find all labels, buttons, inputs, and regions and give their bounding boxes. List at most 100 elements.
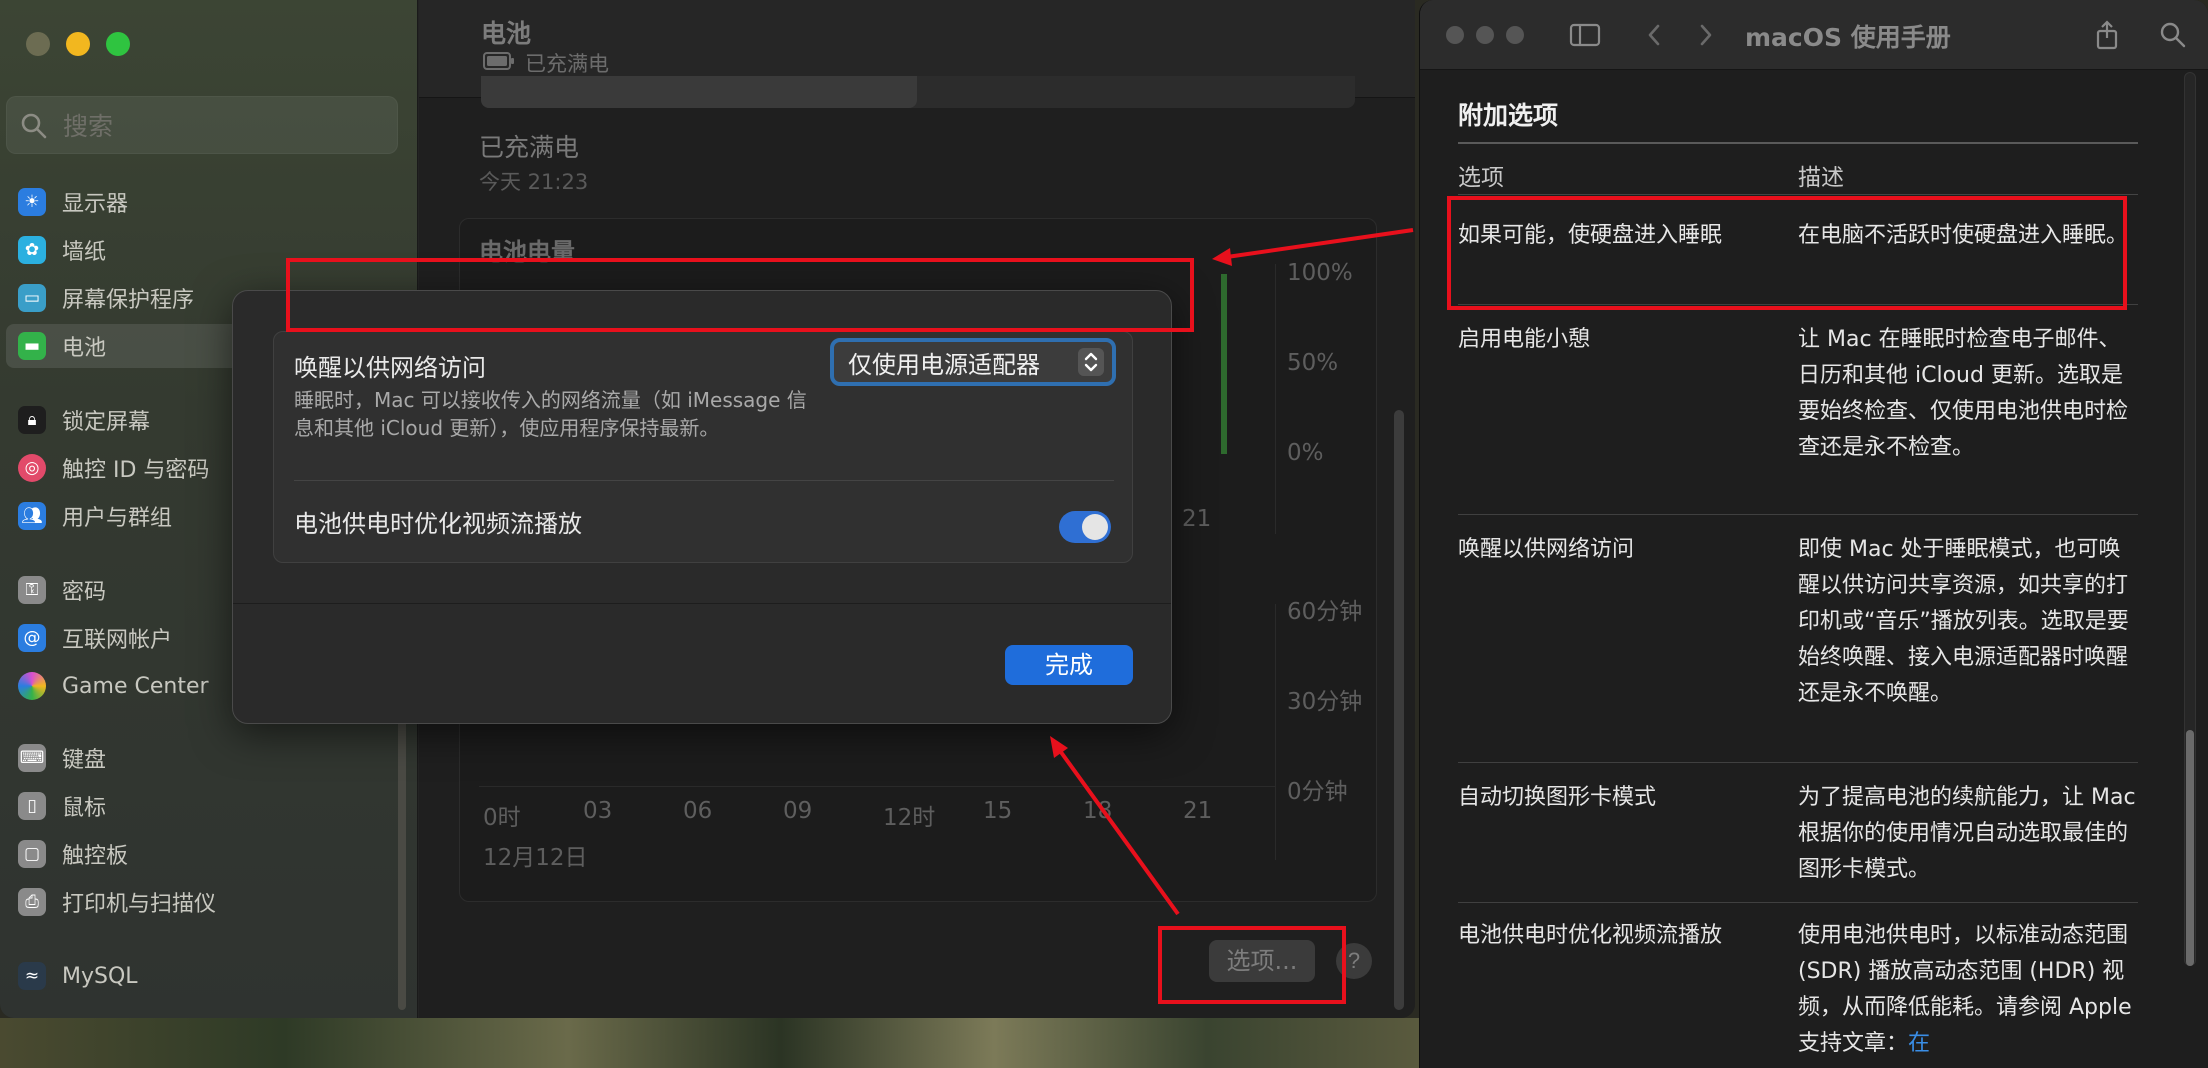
- help-scrollbar-thumb[interactable]: [2186, 730, 2194, 966]
- sidebar-item-label: 显示器: [62, 192, 129, 217]
- table-row-name: 电池供电时优化视频流播放: [1458, 923, 1723, 948]
- close-window-button[interactable]: [1446, 26, 1464, 44]
- options-group: 唤醒以供网络访问 睡眠时，Mac 可以接收传入的网络流量（如 iMessage …: [273, 331, 1133, 563]
- search-icon[interactable]: [2156, 18, 2190, 52]
- optimize-video-toggle[interactable]: [1059, 511, 1111, 543]
- sidebar-item-label: 墙纸: [62, 240, 107, 265]
- fingerprint-icon: ◎: [18, 454, 46, 482]
- header-rule: [1458, 194, 2138, 195]
- sidebar-search[interactable]: [6, 96, 398, 154]
- chevron-updown-icon: [1078, 348, 1104, 376]
- sidebar-item-label: 用户与群组: [62, 506, 173, 531]
- table-row-desc: 即使 Mac 处于睡眠模式，也可唤醒以供访问共享资源，如共享的打印机或“音乐”播…: [1798, 537, 2129, 706]
- printer-icon: ⎙: [18, 888, 46, 916]
- dialog-divider: [233, 603, 1171, 604]
- row-desc-text: 使用电池供电时，以标准动态范围 (SDR) 播放高动态范围 (HDR) 视频，从…: [1798, 923, 2132, 1056]
- support-article-link[interactable]: 在: [1908, 1031, 1930, 1056]
- back-icon[interactable]: [1638, 18, 1672, 52]
- lock-icon: 🔒︎: [18, 406, 46, 434]
- sidebar-toggle-icon[interactable]: [1568, 18, 1602, 52]
- row-divider: [1458, 762, 2138, 763]
- sidebar-item-mouse[interactable]: ▯ 鼠标: [6, 784, 406, 828]
- charge-time: 今天 21:23: [479, 170, 589, 194]
- search-input[interactable]: [63, 107, 383, 145]
- chart-baseline: [479, 786, 1275, 787]
- done-button[interactable]: 完成: [1005, 645, 1133, 685]
- mysql-icon: ≈: [18, 962, 46, 990]
- help-toolbar: macOS 使用手册: [1420, 0, 2208, 70]
- table-row-desc: 为了提高电池的续航能力，让 Mac 根据你的使用情况自动选取最佳的图形卡模式。: [1798, 785, 2136, 882]
- chart-axis-line: [1275, 604, 1276, 860]
- share-icon[interactable]: [2090, 18, 2124, 52]
- column-header-option: 选项: [1458, 165, 1504, 191]
- battery-status-icon: [483, 52, 514, 70]
- page-title: 电池: [481, 19, 532, 48]
- sidebar-item-printers[interactable]: ⎙ 打印机与扫描仪: [6, 880, 406, 924]
- sidebar-item-trackpad[interactable]: ▢ 触控板: [6, 832, 406, 876]
- sidebar-item-keyboard[interactable]: ⌨ 键盘: [6, 736, 406, 780]
- hour-tick: 18: [1083, 798, 1113, 824]
- pane-scrollbar[interactable]: [1394, 410, 1404, 1010]
- hour-tick: 09: [783, 798, 813, 824]
- hour-tick: 15: [983, 798, 1013, 824]
- table-row-name: 自动切换图形卡模式: [1458, 785, 1657, 810]
- battery-level-bar: [1221, 274, 1227, 454]
- sidebar-item-label: 打印机与扫描仪: [62, 892, 217, 917]
- table-row-desc: 使用电池供电时，以标准动态范围 (SDR) 播放高动态范围 (HDR) 视频，从…: [1798, 918, 2138, 1062]
- row-divider: [1458, 902, 2138, 903]
- toggle-knob: [1082, 514, 1108, 540]
- search-icon: [21, 113, 47, 139]
- wake-select-value: 仅使用电源适配器: [848, 350, 1040, 379]
- minimize-window-button[interactable]: [1476, 26, 1494, 44]
- table-row-desc: 让 Mac 在睡眠时检查电子邮件、日历和其他 iCloud 更新。选取是要始终检…: [1798, 327, 2129, 460]
- key-icon: ⚿: [18, 576, 46, 604]
- row-divider: [1458, 514, 2138, 515]
- zoom-window-button[interactable]: [106, 32, 130, 56]
- help-window: macOS 使用手册 附加选项 选项 描述 如果可能，使硬盘进入睡眠 在电脑不活…: [1419, 0, 2208, 1068]
- date-label: 12月12日: [483, 845, 588, 871]
- sidebar-item-displays[interactable]: ☀ 显示器: [6, 180, 406, 224]
- sidebar-item-label: 电池: [62, 336, 107, 361]
- wake-for-network-select[interactable]: 仅使用电源适配器: [830, 338, 1116, 386]
- sidebar-item-label: 鼠标: [62, 796, 107, 821]
- percent-tick-0: 0%: [1287, 440, 1324, 466]
- hour-tick: 12时: [883, 805, 936, 831]
- users-icon: 👥︎: [18, 502, 46, 530]
- sidebar-item-label: MySQL: [62, 963, 138, 989]
- forward-icon[interactable]: [1688, 18, 1722, 52]
- sidebar-item-label: Game Center: [62, 673, 209, 699]
- hour-tick: 21: [1183, 798, 1213, 824]
- timeframe-segment-selected[interactable]: [481, 76, 917, 108]
- sidebar-item-label: 键盘: [62, 748, 107, 773]
- minute-tick-60: 60分钟: [1287, 599, 1363, 625]
- minute-tick-30: 30分钟: [1287, 689, 1363, 715]
- upper-hour-tick: 21: [1182, 506, 1212, 532]
- annotation-box-help-row: [1447, 196, 2127, 310]
- trackpad-icon: ▢: [18, 840, 46, 868]
- section-rule: [1458, 142, 2138, 144]
- hour-tick: 03: [583, 798, 613, 824]
- divider: [294, 480, 1114, 481]
- percent-tick-100: 100%: [1287, 260, 1353, 286]
- sun-icon: ☀: [18, 188, 46, 216]
- minimize-window-button[interactable]: [66, 32, 90, 56]
- timeframe-segmented-control[interactable]: [481, 76, 1355, 108]
- sidebar-scrollbar[interactable]: [398, 700, 406, 1010]
- section-title: 附加选项: [1458, 101, 1559, 130]
- screensaver-icon: ▭: [18, 284, 46, 312]
- sidebar-item-label: 密码: [62, 580, 107, 605]
- wake-for-network-label: 唤醒以供网络访问: [294, 354, 486, 382]
- flower-icon: ✿: [18, 236, 46, 264]
- help-window-title: macOS 使用手册: [1745, 23, 1951, 52]
- zoom-window-button[interactable]: [1506, 26, 1524, 44]
- annotation-box-options: [1158, 926, 1346, 1004]
- sidebar-item-label: 屏幕保护程序: [62, 288, 195, 313]
- hour-tick: 06: [683, 798, 713, 824]
- table-row-name: 唤醒以供网络访问: [1458, 537, 1635, 562]
- sidebar-item-mysql[interactable]: ≈ MySQL: [6, 954, 406, 998]
- percent-tick-50: 50%: [1287, 350, 1339, 376]
- battery-status-text: 已充满电: [525, 52, 609, 76]
- close-window-button[interactable]: [26, 32, 50, 56]
- annotation-box-dialog-top: [286, 258, 1194, 332]
- sidebar-item-label: 互联网帐户: [62, 628, 173, 653]
